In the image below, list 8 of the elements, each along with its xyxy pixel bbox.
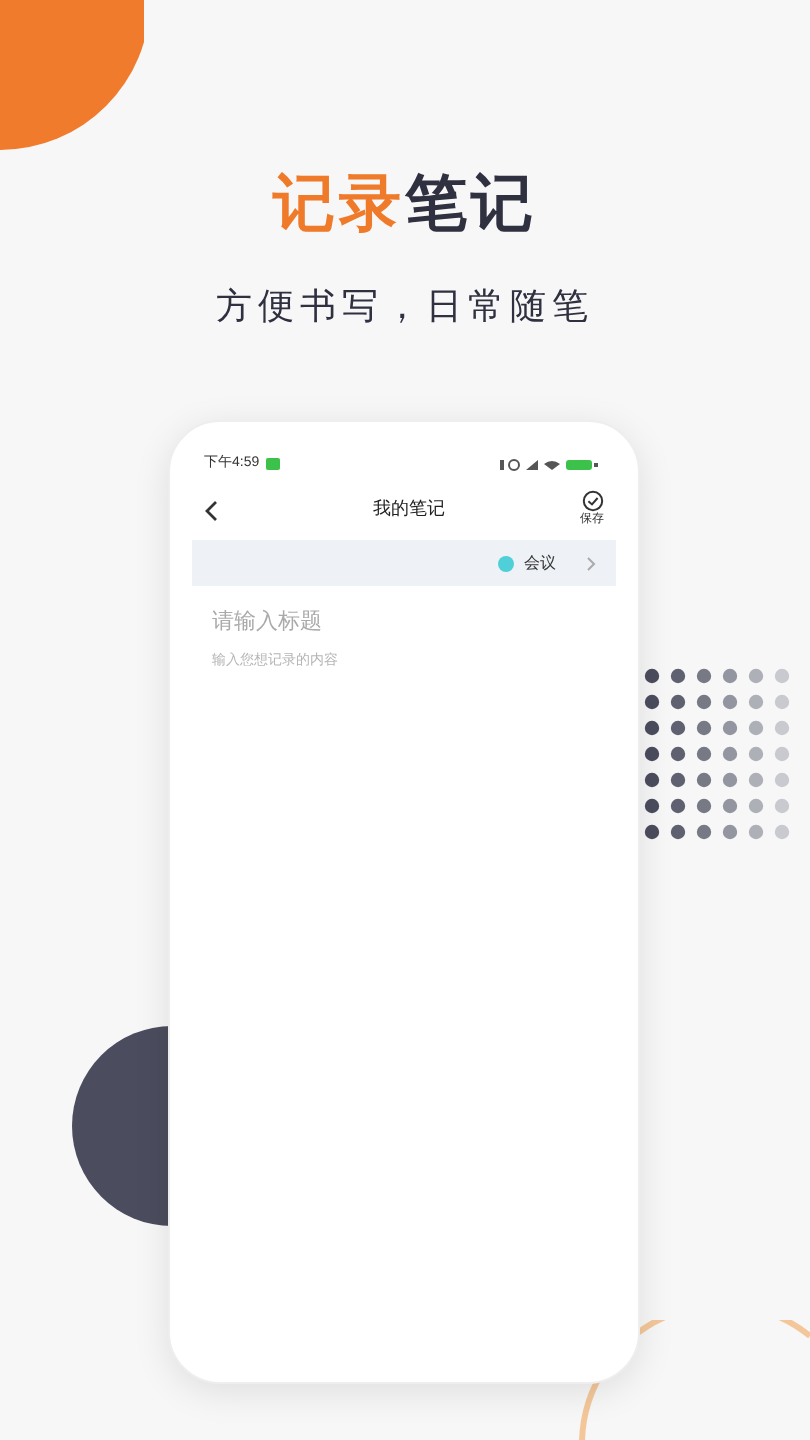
headline: 记录笔记: [273, 166, 537, 242]
category-row[interactable]: 会议: [192, 540, 616, 586]
title-field[interactable]: 请输入标题: [192, 602, 616, 642]
back-icon[interactable]: [204, 499, 218, 521]
page-title: 我的笔记: [373, 496, 445, 523]
subtitle: 方便书写，日常随笔: [216, 284, 594, 330]
chevron-right-icon: [586, 555, 596, 571]
status-icons-drawing: [500, 457, 604, 471]
